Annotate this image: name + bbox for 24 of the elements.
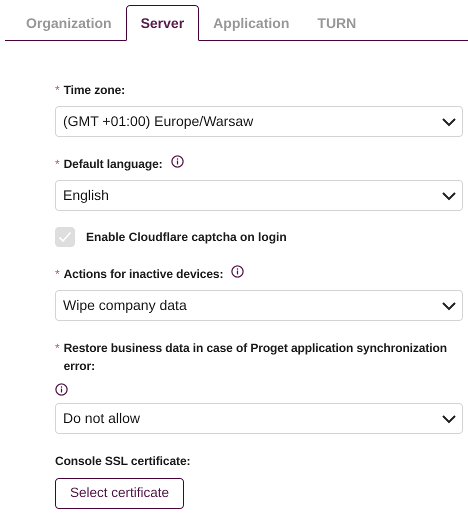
chevron-down-icon [441, 300, 457, 310]
chevron-down-icon [441, 190, 457, 200]
required-mark: * [55, 82, 60, 99]
field-label: Restore business data in case of Proget application synchronization error: [64, 340, 448, 375]
info-icon[interactable] [170, 155, 184, 168]
field-label: Actions for inactive devices: [64, 266, 224, 283]
chevron-down-icon [441, 116, 457, 126]
select-certificate-button[interactable]: Select certificate [55, 478, 184, 509]
info-icon[interactable] [231, 265, 244, 278]
tab[interactable]: Server [126, 5, 200, 41]
field-label: Default language: [64, 156, 163, 173]
field-label: Time zone: [64, 82, 126, 99]
check-icon [58, 231, 72, 243]
required-mark: * [55, 340, 60, 357]
select-field[interactable]: Wipe company data [55, 290, 463, 321]
field-label: Console SSL certificate: [55, 453, 190, 470]
select-field[interactable]: Do not allow [55, 403, 463, 434]
info-icon[interactable] [55, 383, 68, 396]
chevron-down-icon [441, 414, 457, 424]
required-mark: * [55, 156, 60, 173]
select-field[interactable]: (GMT +01:00) Europe/Warsaw [55, 106, 463, 137]
select-field[interactable]: English [55, 180, 463, 211]
required-mark: * [55, 266, 60, 283]
checkbox-label: Enable Cloudflare captcha on login [86, 229, 287, 246]
